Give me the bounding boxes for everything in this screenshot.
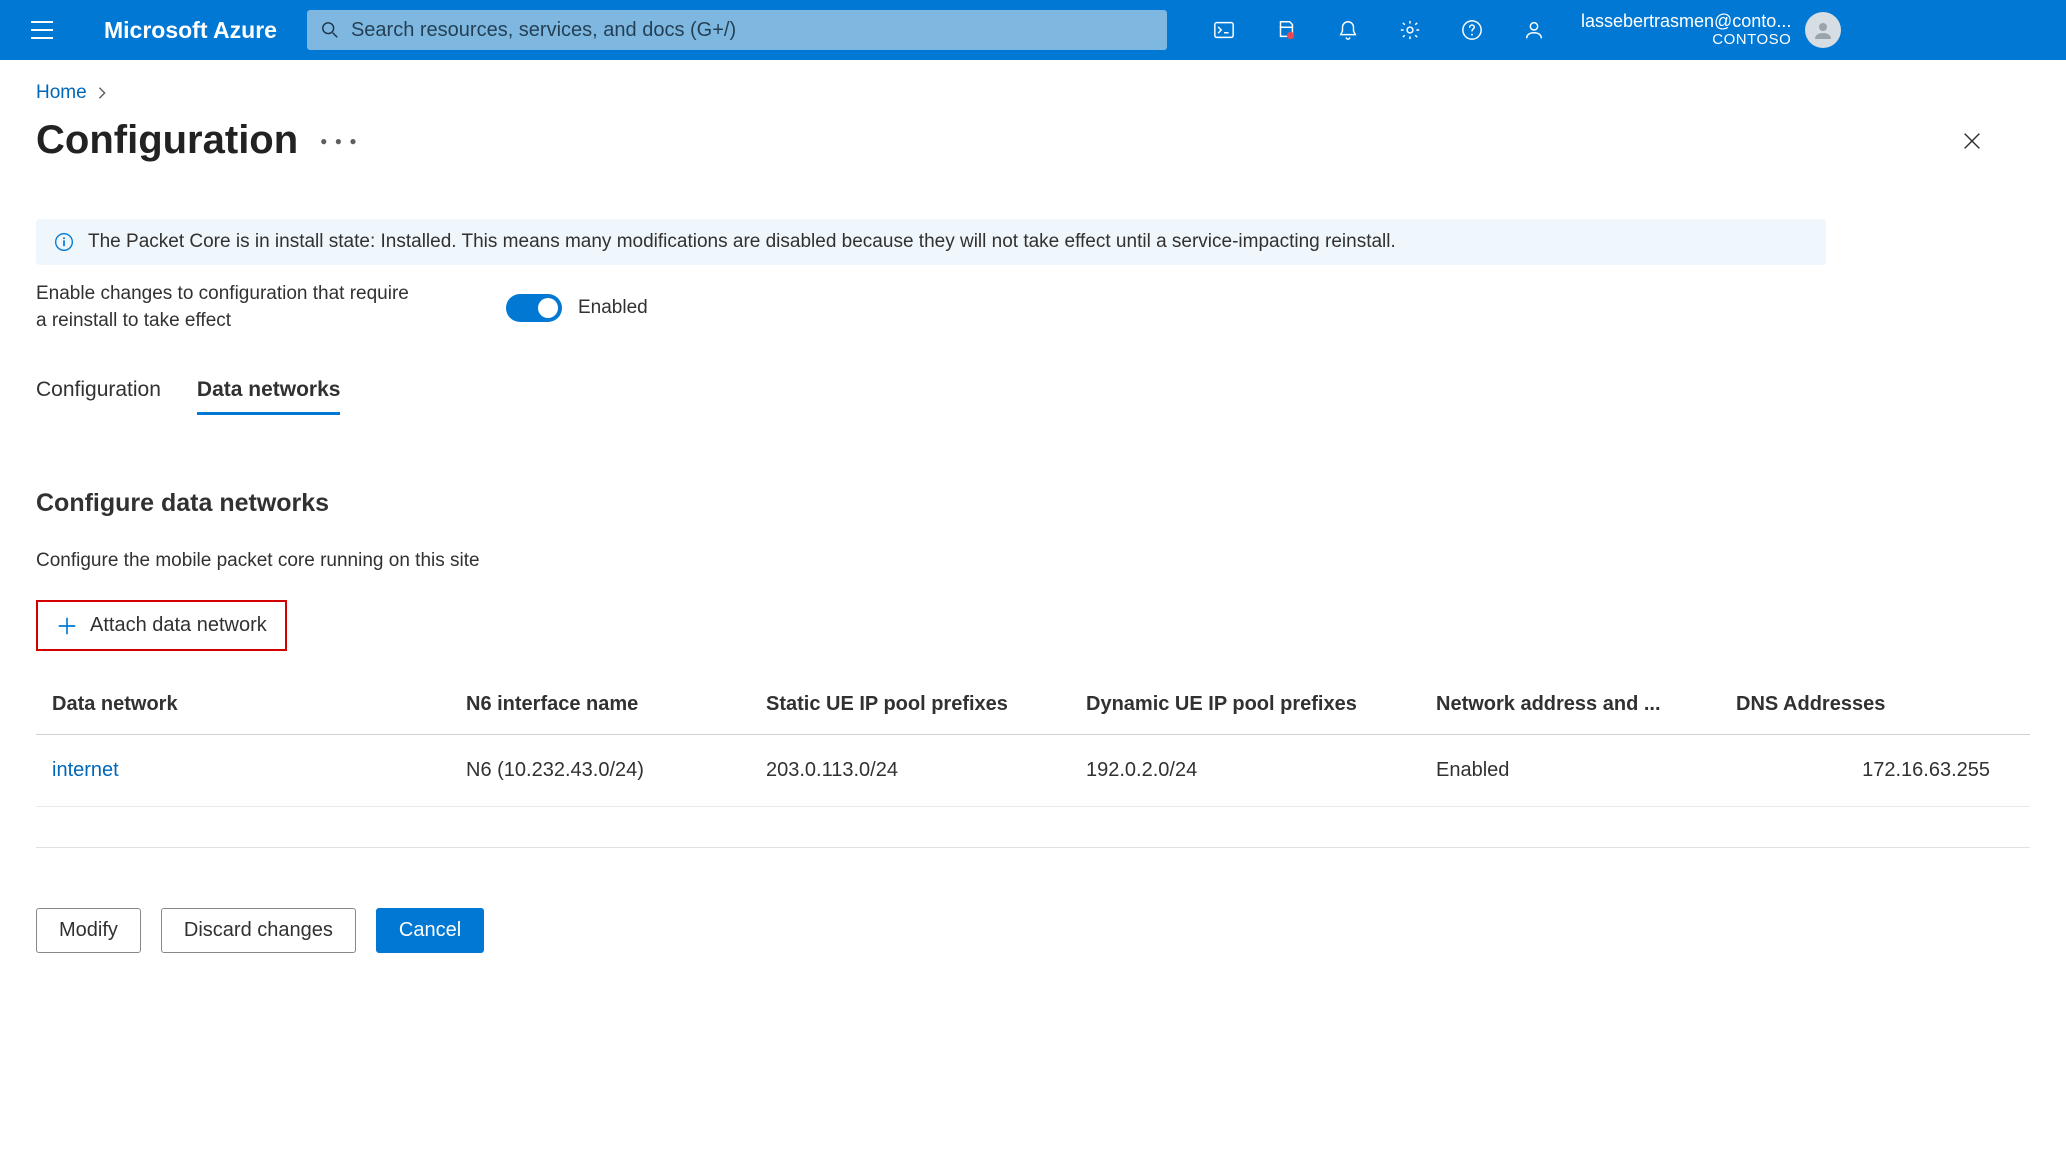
cell-napt: Enabled <box>1436 735 1736 807</box>
cell-static: 203.0.113.0/24 <box>766 735 1086 807</box>
account-email: lassebertrasmen@conto... <box>1581 12 1791 32</box>
notifications-icon[interactable] <box>1331 13 1365 47</box>
modify-button[interactable]: Modify <box>36 908 141 953</box>
close-icon <box>1961 130 1983 152</box>
col-dns[interactable]: DNS Addresses <box>1736 693 2030 735</box>
azure-topbar: Microsoft Azure lassebertrasmen@conto...… <box>0 0 2066 60</box>
section-desc: Configure the mobile packet core running… <box>36 550 2030 572</box>
info-text: The Packet Core is in install state: Ins… <box>88 231 1396 253</box>
tab-data-networks[interactable]: Data networks <box>197 378 341 415</box>
attach-data-network-button[interactable]: Attach data network <box>36 600 287 651</box>
menu-icon <box>31 21 53 39</box>
search-input[interactable] <box>339 19 1153 42</box>
hamburger-menu[interactable] <box>20 8 64 52</box>
brand-label[interactable]: Microsoft Azure <box>104 17 277 44</box>
col-static-ueip[interactable]: Static UE IP pool prefixes <box>766 693 1086 735</box>
col-dynamic-ueip[interactable]: Dynamic UE IP pool prefixes <box>1086 693 1436 735</box>
help-icon[interactable] <box>1455 13 1489 47</box>
discard-button[interactable]: Discard changes <box>161 908 356 953</box>
breadcrumb-home[interactable]: Home <box>36 82 87 104</box>
col-data-network[interactable]: Data network <box>36 693 466 735</box>
feedback-icon[interactable] <box>1517 13 1551 47</box>
cell-dynamic: 192.0.2.0/24 <box>1086 735 1436 807</box>
cell-n6: N6 (10.232.43.0/24) <box>466 735 766 807</box>
global-search[interactable] <box>307 10 1167 50</box>
more-actions-button[interactable]: ● ● ● <box>320 134 358 148</box>
breadcrumb: Home <box>36 82 2030 104</box>
search-icon <box>321 21 339 39</box>
data-network-link[interactable]: internet <box>52 759 119 781</box>
avatar[interactable] <box>1805 12 1841 48</box>
section-title: Configure data networks <box>36 489 2030 518</box>
col-napt[interactable]: Network address and ... <box>1436 693 1736 735</box>
cell-dns: 172.16.63.255 <box>1736 735 2030 807</box>
config-tabs: Configuration Data networks <box>36 378 2030 415</box>
enable-changes-toggle[interactable]: Enabled <box>506 294 648 322</box>
person-icon <box>1811 18 1835 42</box>
table-row[interactable]: internet N6 (10.232.43.0/24) 203.0.113.0… <box>36 735 2030 807</box>
account-chip[interactable]: lassebertrasmen@conto... CONTOSO <box>1581 12 1841 48</box>
topbar-icon-group <box>1207 13 1551 47</box>
close-blade-button[interactable] <box>1954 123 1990 159</box>
info-icon <box>54 232 74 252</box>
directories-icon[interactable] <box>1269 13 1303 47</box>
attach-button-label: Attach data network <box>90 614 267 637</box>
account-tenant: CONTOSO <box>1581 32 1791 49</box>
col-n6[interactable]: N6 interface name <box>466 693 766 735</box>
tab-configuration[interactable]: Configuration <box>36 378 161 415</box>
plus-icon <box>56 615 78 637</box>
cancel-button[interactable]: Cancel <box>376 908 484 953</box>
table-header-row: Data network N6 interface name Static UE… <box>36 693 2030 735</box>
install-state-info: The Packet Core is in install state: Ins… <box>36 219 1826 265</box>
data-networks-table: Data network N6 interface name Static UE… <box>36 693 2030 807</box>
footer-actions: Modify Discard changes Cancel <box>36 908 2030 953</box>
cloud-shell-icon[interactable] <box>1207 13 1241 47</box>
page-title: Configuration <box>36 118 298 163</box>
enable-changes-label: Enable changes to configuration that req… <box>36 281 416 334</box>
chevron-right-icon <box>95 86 109 100</box>
settings-icon[interactable] <box>1393 13 1427 47</box>
toggle-state-label: Enabled <box>578 297 648 319</box>
